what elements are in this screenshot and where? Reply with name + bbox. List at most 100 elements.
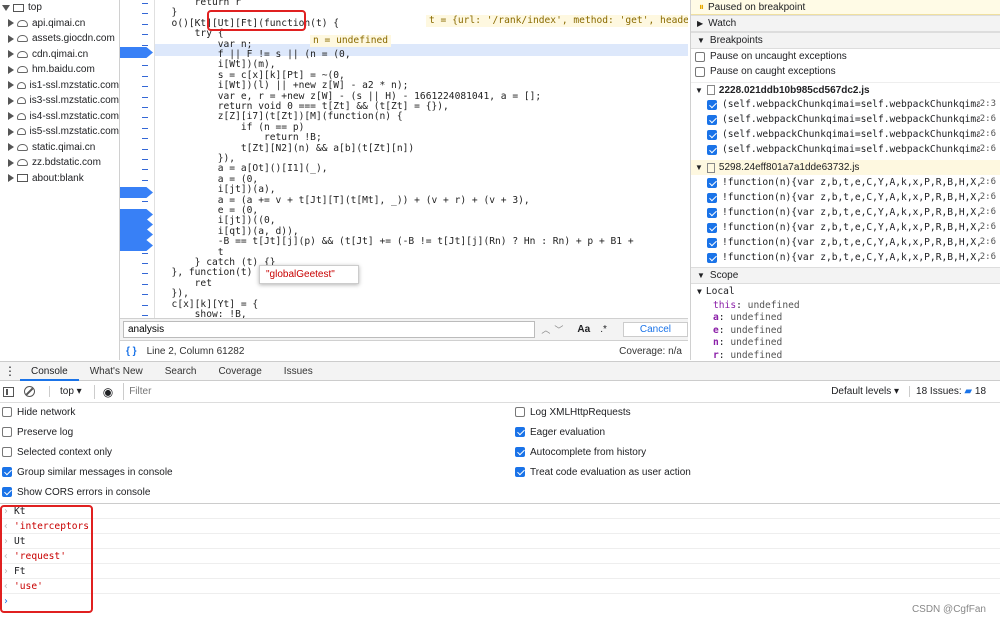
breakpoint-marker[interactable] (120, 47, 153, 58)
code-line[interactable]: -B == t[Jt][j](p) && (t[Jt] += (-B != t[… (160, 236, 634, 248)
tree-root[interactable]: top (0, 0, 119, 16)
tab-search[interactable]: Search (154, 362, 208, 381)
breakpoint-marker[interactable] (120, 229, 153, 240)
breakpoint-entry[interactable]: !function(n){var z,b,t,e,C,Y,A,k,x,P,R,B… (691, 220, 1000, 235)
breakpoint-entry[interactable]: (self.webpackChunkqimai=self.webpackChun… (691, 127, 1000, 142)
scope-local[interactable]: ▼ Local (691, 284, 1000, 299)
checkbox[interactable] (707, 207, 717, 218)
checkbox[interactable] (707, 222, 717, 233)
console-prompt[interactable]: › (0, 594, 1000, 609)
breakpoint-entry[interactable]: (self.webpackChunkqimai=self.webpackChun… (691, 112, 1000, 127)
checkbox[interactable] (2, 447, 12, 457)
expand-icon: ▼ (695, 85, 703, 95)
search-input[interactable] (123, 321, 536, 338)
sidebar-toggle-icon[interactable] (3, 386, 14, 397)
checkbox[interactable] (707, 252, 717, 263)
chevron-up-icon[interactable]: ︿ (541, 323, 550, 336)
breakpoint-entry[interactable]: !function(n){var z,b,t,e,C,Y,A,k,x,P,R,B… (691, 235, 1000, 250)
tree-item[interactable]: is1-ssl.mzstatic.com (0, 78, 119, 94)
console-output[interactable]: › Kt ‹'interceptors' › Ut ‹'request' › Ft ‹'use'… (0, 503, 1000, 623)
checkbox[interactable] (707, 114, 717, 125)
cloud-icon (17, 35, 28, 43)
tree-item[interactable]: static.qimai.cn (0, 140, 119, 156)
scope-var[interactable]: r: undefined (691, 349, 1000, 360)
regex-button[interactable]: .* (600, 324, 607, 335)
filter-input[interactable] (123, 383, 824, 400)
tree-item[interactable]: is4-ssl.mzstatic.com (0, 109, 119, 125)
tree-item[interactable]: zz.bdstatic.com (0, 155, 119, 171)
breakpoint-marker[interactable] (120, 240, 153, 251)
tree-item[interactable]: is3-ssl.mzstatic.com (0, 93, 119, 109)
setting-option[interactable]: Eager evaluation (515, 425, 605, 439)
tab-whats-new[interactable]: What's New (79, 362, 154, 381)
breakpoints-section-header[interactable]: ▼ Breakpoints (691, 32, 1000, 49)
checkbox[interactable] (2, 407, 12, 417)
checkbox[interactable] (515, 447, 525, 457)
clear-console-icon[interactable] (24, 386, 35, 397)
checkbox[interactable] (2, 487, 12, 497)
checkbox[interactable] (695, 66, 705, 77)
chevron-down-icon[interactable]: ﹀ (554, 323, 563, 336)
tab-console[interactable]: Console (20, 362, 79, 381)
breakpoint-entry[interactable]: !function(n){var z,b,t,e,C,Y,A,k,x,P,R,B… (691, 205, 1000, 220)
breakpoint-entry[interactable]: (self.webpackChunkqimai=self.webpackChun… (691, 142, 1000, 157)
tree-item[interactable]: assets.giocdn.com (0, 31, 119, 47)
breakpoint-file-2[interactable]: ▼ 5298.24eff801a7a1dde63732.js (691, 160, 1000, 175)
eye-icon[interactable]: ◉ (93, 384, 113, 399)
tab-issues[interactable]: Issues (273, 362, 324, 381)
breakpoint-entry[interactable]: !function(n){var z,b,t,e,C,Y,A,k,x,P,R,B… (691, 190, 1000, 205)
setting-option[interactable]: Treat code evaluation as user action (515, 465, 691, 479)
checkbox[interactable] (707, 144, 717, 155)
tab-coverage[interactable]: Coverage (207, 362, 272, 381)
code-line[interactable]: show: !B, (160, 309, 247, 318)
checkbox[interactable] (707, 129, 717, 140)
match-case-button[interactable]: Aa (577, 324, 590, 335)
setting-option[interactable]: Hide network (2, 405, 75, 419)
checkbox[interactable] (515, 467, 525, 477)
setting-option[interactable]: Selected context only (2, 445, 112, 459)
scope-section-header[interactable]: ▼ Scope (691, 267, 1000, 284)
breakpoint-marker[interactable] (120, 187, 153, 198)
checkbox[interactable] (707, 237, 717, 248)
breakpoint-marker[interactable] (120, 219, 153, 230)
pause-caught-option[interactable]: Pause on caught exceptions (691, 64, 1000, 79)
setting-option[interactable]: Group similar messages in console (2, 465, 173, 479)
checkbox[interactable] (515, 407, 525, 417)
setting-option[interactable]: Show CORS errors in console (2, 485, 150, 499)
checkbox[interactable] (695, 51, 705, 62)
code-editor[interactable]: return r } o()[Kt][Ut][Ft](function(t) {… (120, 0, 688, 318)
tree-item[interactable]: api.qimai.cn (0, 16, 119, 32)
checkbox[interactable] (707, 192, 717, 203)
tree-item-about-blank[interactable]: about:blank (0, 171, 119, 187)
log-levels-dropdown[interactable]: Default levels ▾ (831, 386, 899, 397)
watch-section-header[interactable]: ▶ Watch (691, 15, 1000, 32)
tree-item[interactable]: hm.baidu.com (0, 62, 119, 78)
setting-option[interactable]: Log XMLHttpRequests (515, 405, 631, 419)
context-selector[interactable]: top ▾ (49, 386, 82, 397)
breakpoint-entry[interactable]: (self.webpackChunkqimai=self.webpackChun… (691, 97, 1000, 112)
issues-button[interactable]: 18 Issues: ▰ 18 (909, 386, 986, 397)
line-gutter[interactable] (120, 0, 155, 318)
checkbox[interactable] (2, 467, 12, 477)
setting-option[interactable]: Autocomplete from history (515, 445, 646, 459)
cancel-button[interactable]: Cancel (622, 322, 688, 337)
checkbox[interactable] (515, 427, 525, 437)
breakpoint-file-1[interactable]: ▼ 2228.021ddb10b985cd567dc2.js (691, 82, 1000, 97)
inline-value-t: t = {url: '/rank/index', method: 'get', … (426, 15, 688, 27)
checkbox[interactable] (707, 99, 717, 110)
drawer-menu-icon[interactable]: ⋮ (4, 364, 16, 378)
line-marker (142, 138, 148, 140)
coverage-status: Coverage: n/a (619, 345, 682, 357)
debugger-sidebar: ⏸ Paused on breakpoint ▶ Watch ▼ Breakpoint… (690, 0, 1000, 360)
format-icon[interactable]: { } (126, 346, 137, 357)
tree-item[interactable]: cdn.qimai.cn (0, 47, 119, 63)
breakpoint-entry[interactable]: !function(n){var z,b,t,e,C,Y,A,k,x,P,R,B… (691, 250, 1000, 265)
breakpoint-marker[interactable] (120, 209, 153, 220)
line-marker (142, 283, 148, 285)
pause-uncaught-option[interactable]: Pause on uncaught exceptions (691, 49, 1000, 64)
tree-item[interactable]: is5-ssl.mzstatic.com (0, 124, 119, 140)
checkbox[interactable] (707, 177, 717, 188)
breakpoint-entry[interactable]: !function(n){var z,b,t,e,C,Y,A,k,x,P,R,B… (691, 175, 1000, 190)
checkbox[interactable] (2, 427, 12, 437)
setting-option[interactable]: Preserve log (2, 425, 73, 439)
